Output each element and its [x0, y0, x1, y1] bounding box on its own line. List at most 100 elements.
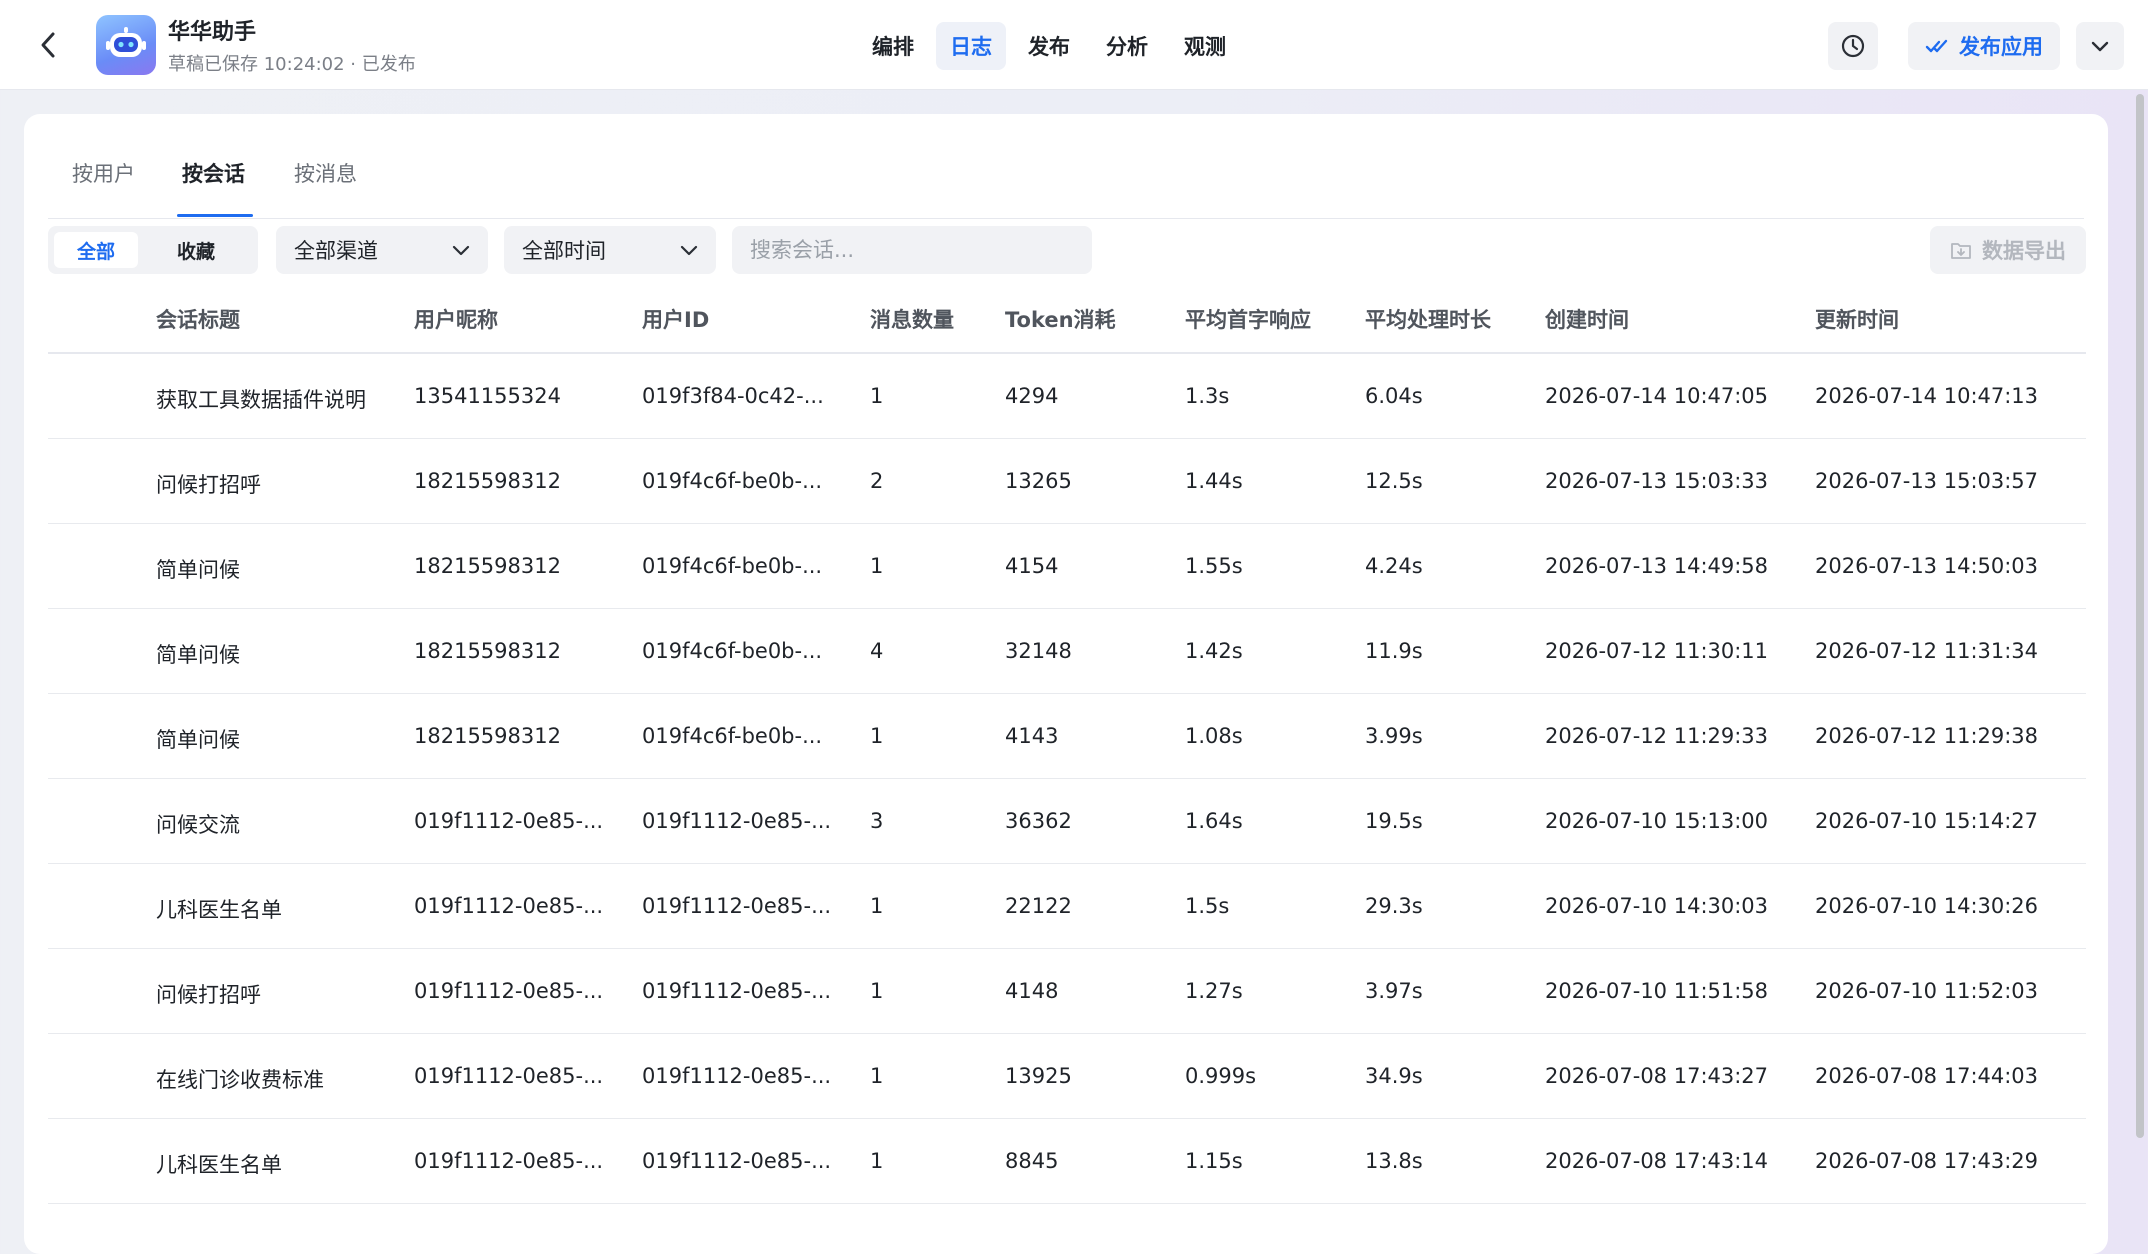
- tab-orchestrate[interactable]: 编排: [858, 22, 928, 70]
- table-row[interactable]: 简单问候 18215598312 019f4c6f-be0b-... 1 4143 1.0…: [48, 694, 2086, 779]
- table-row[interactable]: 儿科医生名单 019f1112-0e85-... 019f1112-0e85-...…: [48, 1119, 2086, 1204]
- table-body: 获取工具数据插件说明 13541155324 019f3f84-0c42-... 1 4…: [48, 354, 2086, 1204]
- table-cell: 13541155324: [414, 384, 561, 408]
- save-status: 草稿已保存 10:24:02 · 已发布: [168, 54, 416, 75]
- table-cell: 2026-07-08 17:43:29: [1815, 1149, 2039, 1173]
- publish-app-button[interactable]: 发布应用: [1908, 22, 2060, 70]
- table-cell: 2026-07-14 10:47:13: [1815, 384, 2039, 408]
- table-cell: 13265: [1005, 469, 1072, 493]
- chevron-down-icon: [2091, 41, 2109, 52]
- table-row[interactable]: 简单问候 18215598312 019f4c6f-be0b-... 4 32148 1.…: [48, 609, 2086, 694]
- chevron-left-icon: [41, 32, 55, 58]
- table-cell: 1.15s: [1185, 1149, 1243, 1173]
- table-cell: 4154: [1005, 554, 1059, 578]
- table-cell: 3.97s: [1365, 979, 1423, 1003]
- main-nav: 编排 日志 发布 分析 观测: [858, 22, 1240, 70]
- table-header: 会话标题 用户昵称 用户ID 消息数量 Token消耗 平均首字响应 平均处理时…: [48, 274, 2086, 354]
- export-folder-icon: [1951, 243, 1971, 259]
- table-cell: 简单问候: [156, 643, 240, 667]
- table-cell: 简单问候: [156, 558, 240, 582]
- table-cell: 1: [870, 894, 884, 918]
- subtab-by-user[interactable]: 按用户: [72, 158, 135, 188]
- table-cell: 019f1112-0e85-...: [414, 979, 604, 1003]
- table-cell: 4.24s: [1365, 554, 1423, 578]
- tab-logs[interactable]: 日志: [936, 22, 1006, 70]
- time-range-select[interactable]: 全部时间: [504, 226, 716, 274]
- export-data-label: 数据导出: [1982, 239, 2066, 263]
- page-scrollbar[interactable]: [2136, 94, 2144, 1138]
- table-row[interactable]: 获取工具数据插件说明 13541155324 019f3f84-0c42-... 1 4…: [48, 354, 2086, 439]
- table-cell: 1.27s: [1185, 979, 1243, 1003]
- clock-icon: [1841, 34, 1865, 58]
- filter-favorites-button[interactable]: 收藏: [154, 232, 238, 268]
- table-row[interactable]: 问候打招呼 019f1112-0e85-... 019f1112-0e85-... 1…: [48, 949, 2086, 1034]
- table-cell: 019f1112-0e85-...: [642, 979, 832, 1003]
- table-cell: 1: [870, 384, 884, 408]
- table-cell: 34.9s: [1365, 1064, 1423, 1088]
- table-cell: 019f1112-0e85-...: [414, 1064, 604, 1088]
- table-row[interactable]: 儿科医生名单 019f1112-0e85-... 019f1112-0e85-...…: [48, 864, 2086, 949]
- table-cell: 1: [870, 724, 884, 748]
- back-button[interactable]: [30, 27, 66, 63]
- table-cell: 问候交流: [156, 813, 240, 837]
- table-cell: 简单问候: [156, 728, 240, 752]
- table-cell: 1.3s: [1185, 384, 1230, 408]
- logs-panel: 按用户 按会话 按消息 全部 收藏 全部渠道 全部时间 数据导出 会话标题 用户…: [24, 114, 2108, 1254]
- app-name: 华华助手: [168, 20, 257, 45]
- table-cell: 18215598312: [414, 469, 561, 493]
- table-cell: 019f1112-0e85-...: [642, 894, 832, 918]
- history-button[interactable]: [1828, 22, 1878, 70]
- table-cell: 1: [870, 1064, 884, 1088]
- table-row[interactable]: 简单问候 18215598312 019f4c6f-be0b-... 1 4154 1.5…: [48, 524, 2086, 609]
- table-cell: 2026-07-12 11:30:11: [1545, 639, 1769, 663]
- table-cell: 019f1112-0e85-...: [642, 1064, 832, 1088]
- table-cell: 1.55s: [1185, 554, 1243, 578]
- table-cell: 获取工具数据插件说明: [156, 388, 366, 412]
- table-cell: 2026-07-10 14:30:03: [1545, 894, 1769, 918]
- session-table: 会话标题 用户昵称 用户ID 消息数量 Token消耗 平均首字响应 平均处理时…: [48, 274, 2086, 1204]
- subtab-by-session[interactable]: 按会话: [182, 158, 245, 188]
- table-row[interactable]: 问候交流 019f1112-0e85-... 019f1112-0e85-... 3 3…: [48, 779, 2086, 864]
- column-header: 平均处理时长: [1365, 308, 1491, 332]
- table-row[interactable]: 问候打招呼 18215598312 019f4c6f-be0b-... 2 13265 1…: [48, 439, 2086, 524]
- chevron-down-icon: [452, 245, 470, 256]
- table-cell: 儿科医生名单: [156, 898, 282, 922]
- table-cell: 4143: [1005, 724, 1059, 748]
- export-data-button[interactable]: 数据导出: [1930, 226, 2086, 274]
- table-cell: 问候打招呼: [156, 473, 261, 497]
- table-cell: 019f4c6f-be0b-...: [642, 469, 823, 493]
- column-header: 用户昵称: [414, 308, 498, 332]
- table-cell: 2026-07-10 14:30:26: [1815, 894, 2039, 918]
- table-cell: 29.3s: [1365, 894, 1423, 918]
- column-header: 会话标题: [156, 308, 240, 332]
- table-cell: 2026-07-10 11:51:58: [1545, 979, 1769, 1003]
- table-cell: 019f1112-0e85-...: [642, 809, 832, 833]
- subtab-by-message[interactable]: 按消息: [294, 158, 357, 188]
- double-check-icon: [1925, 39, 1948, 53]
- table-cell: 2026-07-08 17:44:03: [1815, 1064, 2039, 1088]
- tab-publish[interactable]: 发布: [1014, 22, 1084, 70]
- table-cell: 2026-07-08 17:43:27: [1545, 1064, 1769, 1088]
- session-search-input[interactable]: [732, 226, 1092, 274]
- table-cell: 18215598312: [414, 554, 561, 578]
- table-cell: 13925: [1005, 1064, 1072, 1088]
- tab-observe[interactable]: 观测: [1170, 22, 1240, 70]
- tab-analytics[interactable]: 分析: [1092, 22, 1162, 70]
- filter-all-button[interactable]: 全部: [54, 232, 138, 268]
- channel-select[interactable]: 全部渠道: [276, 226, 488, 274]
- table-cell: 2026-07-13 15:03:57: [1815, 469, 2039, 493]
- column-header: Token消耗: [1005, 308, 1116, 332]
- table-cell: 2026-07-10 15:14:27: [1815, 809, 2039, 833]
- table-cell: 2026-07-10 15:13:00: [1545, 809, 1769, 833]
- table-cell: 019f4c6f-be0b-...: [642, 554, 823, 578]
- table-cell: 019f1112-0e85-...: [414, 1149, 604, 1173]
- table-cell: 问候打招呼: [156, 983, 261, 1007]
- table-cell: 在线门诊收费标准: [156, 1068, 324, 1092]
- table-cell: 1: [870, 1149, 884, 1173]
- column-header: 创建时间: [1545, 308, 1629, 332]
- table-cell: 儿科医生名单: [156, 1153, 282, 1177]
- table-cell: 1.64s: [1185, 809, 1243, 833]
- table-cell: 2026-07-10 11:52:03: [1815, 979, 2039, 1003]
- publish-options-button[interactable]: [2076, 22, 2124, 70]
- table-row[interactable]: 在线门诊收费标准 019f1112-0e85-... 019f1112-0e85-.…: [48, 1034, 2086, 1119]
